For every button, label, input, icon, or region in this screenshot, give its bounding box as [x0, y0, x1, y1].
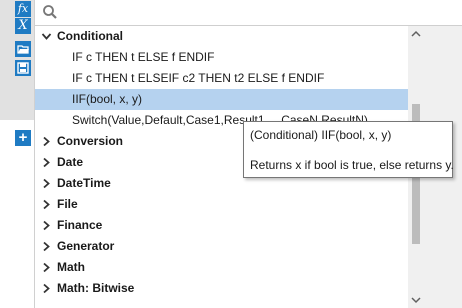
tooltip-description: Returns x if bool is true, else returns … [250, 158, 454, 172]
chevron-right-icon [43, 157, 50, 168]
function-label: IF c THEN t ELSEIF c2 THEN t2 ELSE f END… [72, 71, 325, 85]
category-label: Conversion [57, 134, 124, 148]
category-file[interactable]: File [35, 194, 409, 215]
category-label: Date [57, 155, 84, 169]
scroll-up-arrow-icon[interactable] [408, 29, 424, 39]
category-finance[interactable]: Finance [35, 215, 409, 236]
save-button[interactable] [15, 60, 31, 76]
chevron-down-icon [41, 33, 52, 40]
chevron-right-icon [43, 220, 50, 231]
category-generator[interactable]: Generator [35, 236, 409, 257]
fx-function-button[interactable]: fx [15, 1, 31, 17]
chevron-right-icon [43, 283, 50, 294]
chevron-right-icon [43, 178, 50, 189]
category-label: DateTime [57, 176, 111, 190]
chevron-right-icon [43, 199, 50, 210]
chevron-right-icon [43, 241, 50, 252]
category-label: File [57, 197, 78, 211]
category-math[interactable]: Math [35, 257, 409, 278]
category-label: Math [57, 260, 85, 274]
plus-icon: + [18, 129, 28, 146]
category-label: Generator [57, 239, 115, 253]
function-item[interactable]: IF c THEN t ELSEIF c2 THEN t2 ELSE f END… [35, 68, 409, 89]
search-icon [43, 5, 57, 19]
scroll-down-arrow-icon[interactable] [408, 295, 424, 305]
category-label: Finance [57, 218, 103, 232]
category-label: Conditional [57, 29, 123, 43]
save-disk-icon [17, 62, 29, 74]
category-conditional[interactable]: Conditional [35, 26, 409, 47]
function-label: IIF(bool, x, y) [72, 92, 143, 106]
fx-function-icon: fx [17, 2, 29, 15]
category-label: Math: Bitwise [57, 281, 135, 295]
add-button[interactable]: + [15, 130, 31, 146]
variable-button[interactable]: X [15, 18, 31, 34]
function-tooltip: (Conditional) IIF(bool, x, y) Returns x … [243, 121, 454, 178]
search-bar [35, 0, 462, 26]
function-label: IF c THEN t ELSE f ENDIF [72, 50, 215, 64]
chevron-right-icon [43, 136, 50, 147]
function-item-selected[interactable]: IIF(bool, x, y) [35, 89, 409, 110]
search-input[interactable] [63, 3, 447, 23]
function-item[interactable]: IF c THEN t ELSE f ENDIF [35, 47, 409, 68]
tooltip-title: (Conditional) IIF(bool, x, y) [250, 128, 392, 142]
chevron-right-icon [43, 262, 50, 273]
category-math-bitwise[interactable]: Math: Bitwise [35, 278, 409, 299]
variable-x-icon: X [18, 18, 28, 33]
open-button[interactable] [15, 41, 31, 57]
open-folder-icon [17, 45, 29, 54]
